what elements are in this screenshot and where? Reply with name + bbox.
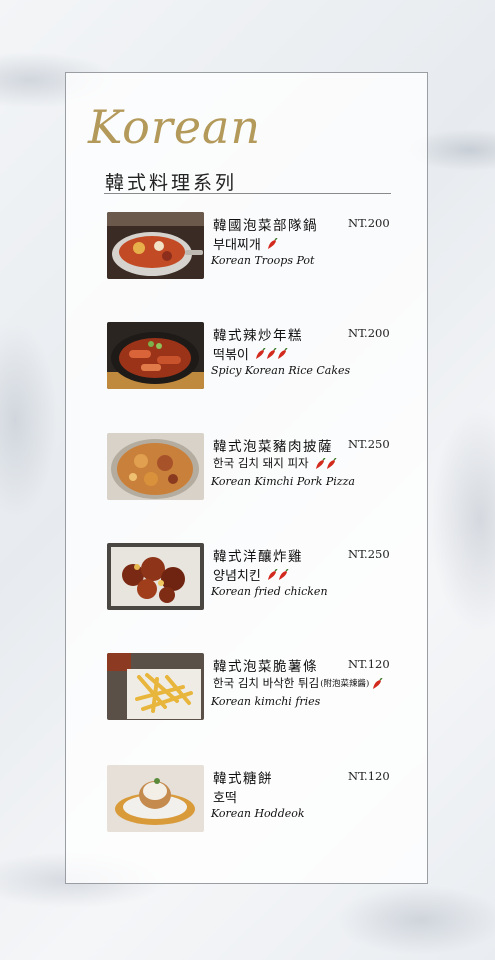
item-name-zh: 韓式泡菜豬肉披薩	[213, 439, 333, 455]
menu-item: 韓式糖餅 NT.120 호떡 Korean Hoddeok	[107, 765, 407, 833]
item-name-ko-text: 한국 김치 돼지 피자	[213, 456, 309, 470]
menu-item: 韓式泡菜豬肉披薩 NT.250 한국 김치 돼지 피자 Korean Kimch…	[107, 433, 407, 501]
food-photo-kimchi-fries	[107, 653, 204, 720]
item-price: NT.200	[348, 216, 390, 230]
chili-pepper-icon	[267, 568, 278, 580]
chili-pepper-icon	[315, 458, 326, 469]
food-photo-troops-pot	[107, 212, 204, 279]
item-name-ko: 한국 김치 바삭한 튀김 (附泡菜辣醬)	[213, 675, 383, 691]
food-photo-kimchi-pizza	[107, 433, 204, 500]
food-photo-rice-cakes	[107, 322, 204, 389]
item-name-ko-text: 부대찌개	[213, 238, 261, 253]
item-price: NT.250	[348, 437, 390, 451]
spice-level	[267, 236, 278, 251]
item-name-en: Korean Troops Pot	[211, 254, 315, 267]
korean-logo-title: Korean	[88, 100, 262, 154]
item-name-ko: 부대찌개	[213, 234, 278, 253]
chili-pepper-icon	[326, 458, 337, 469]
chili-pepper-icon	[266, 347, 277, 359]
chili-pepper-icon	[373, 678, 383, 689]
item-name-ko: 양념치킨	[213, 565, 289, 584]
item-name-zh: 韓式糖餅	[213, 771, 273, 787]
item-price: NT.200	[348, 326, 390, 340]
section-subtitle: 韓式料理系列	[105, 172, 238, 194]
item-name-en: Korean Kimchi Pork Pizza	[211, 475, 355, 488]
menu-item: 韓式辣炒年糕 NT.200 떡볶이 Spicy Korean Rice Cake…	[107, 322, 407, 390]
item-name-ko-text: 한국 김치 바삭한 튀김	[213, 676, 320, 690]
chili-pepper-icon	[267, 237, 278, 249]
item-name-zh: 韓式辣炒年糕	[213, 328, 303, 344]
item-name-zh: 韓式泡菜脆薯條	[213, 659, 318, 675]
menu-item: 韓國泡菜部隊鍋 NT.200 부대찌개 Korean Troops Pot	[107, 212, 407, 280]
item-price: NT.120	[348, 769, 390, 783]
chili-pepper-icon	[278, 568, 289, 580]
item-name-zh: 韓式洋釀炸雞	[213, 549, 303, 565]
subtitle-divider	[104, 193, 391, 194]
item-name-zh: 韓國泡菜部隊鍋	[213, 218, 318, 234]
spice-level	[267, 567, 289, 582]
food-photo-hoddeok	[107, 765, 204, 832]
item-name-ko: 호떡	[213, 787, 237, 806]
item-name-en: Korean fried chicken	[211, 585, 328, 598]
menu-item: 韓式泡菜脆薯條 NT.120 한국 김치 바삭한 튀김 (附泡菜辣醬) Kore…	[107, 653, 407, 721]
item-name-en: Spicy Korean Rice Cakes	[211, 364, 351, 377]
item-name-ko: 떡볶이	[213, 344, 288, 363]
item-name-ko: 한국 김치 돼지 피자	[213, 455, 337, 471]
item-name-ko-text: 양념치킨	[213, 569, 261, 584]
spice-level	[372, 676, 383, 690]
item-name-ko-text: 호떡	[213, 791, 237, 806]
item-price: NT.120	[348, 657, 390, 671]
spice-level	[255, 346, 288, 361]
item-name-en: Korean Hoddeok	[211, 807, 305, 820]
spice-level	[315, 456, 337, 470]
menu-item: 韓式洋釀炸雞 NT.250 양념치킨 Korean fried chicken	[107, 543, 407, 611]
item-name-en: Korean kimchi fries	[211, 695, 321, 708]
chili-pepper-icon	[255, 347, 266, 359]
item-note: (附泡菜辣醬)	[320, 679, 370, 689]
food-photo-fried-chicken	[107, 543, 204, 610]
chili-pepper-icon	[277, 347, 288, 359]
item-price: NT.250	[348, 547, 390, 561]
item-name-ko-text: 떡볶이	[213, 348, 249, 363]
